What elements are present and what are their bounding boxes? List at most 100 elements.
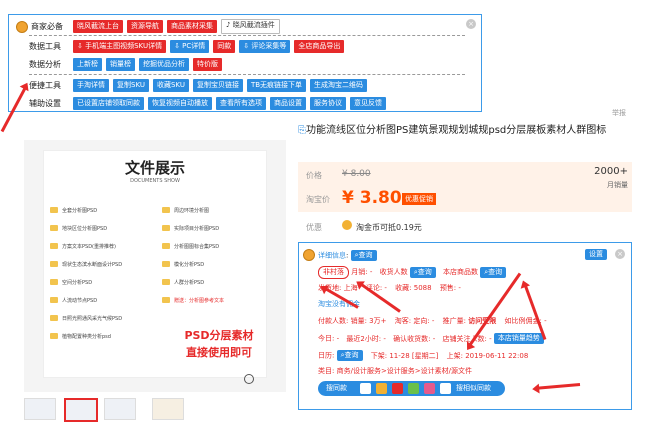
tb-item-qrcode[interactable]: 生成淘宝二维码 — [310, 79, 368, 92]
tb-item-plugin[interactable]: ♪ 晓风截流插件 — [221, 19, 280, 34]
avatar-icon — [16, 21, 28, 33]
doc-list-item: 全套分析图PSD — [50, 201, 160, 219]
last2h-label: 最近2小时: - — [346, 334, 386, 343]
detail-row-7: 类目: 商务/设计服务>设计服务>设计素材/源文件 — [318, 366, 472, 376]
same-shop-label: 本店商品数 — [442, 268, 478, 276]
zoom-icon[interactable] — [244, 374, 254, 384]
doc-list-item: 人群分析PSD — [162, 273, 272, 291]
current-price: ¥ 3.80 — [342, 188, 402, 208]
detail-row-5: 今日: - 最近2小时: - 确认收货数: - 店铺关注人数: - 本店销量趋势 — [318, 333, 544, 344]
folder-icon — [162, 225, 170, 231]
up-label: 上架: 2019-06-11 22:08 — [446, 351, 529, 360]
thumbnail[interactable] — [152, 398, 184, 420]
today-label: 今日: - — [318, 334, 340, 343]
doc-list-item: 模化分析PSD — [162, 255, 272, 273]
tb-item-sales-list[interactable]: 销量榜 — [106, 58, 135, 71]
launch-query-button[interactable]: ⌕查询 — [336, 350, 363, 361]
query-button[interactable]: ⌕查询 — [350, 250, 377, 261]
copy-icon[interactable] — [360, 383, 371, 394]
presale-label: 预售: - — [439, 284, 461, 292]
doc-list-item: 植物配置种类分析psd — [50, 327, 160, 345]
promo-row: 优惠 淘金币可抵0.19元 — [298, 216, 632, 236]
doc-list-item: 周边环境分析图 — [162, 201, 272, 219]
image-icon[interactable] — [408, 383, 419, 394]
toolbar-row-label: 数据分析 — [29, 60, 61, 69]
favorites-label: 收藏: 5088 — [395, 284, 432, 292]
gift-icon[interactable] — [424, 383, 435, 394]
heart-icon[interactable] — [392, 383, 403, 394]
price-box: 价格 ¥ 8.00 2000+ 月销量 淘宝价 ¥ 3.80 优惠促销 — [298, 162, 632, 212]
price-label: 价格 — [306, 171, 322, 180]
tb-item-material-collect[interactable]: 商品素材采集 — [167, 20, 217, 33]
tb-item-new-list[interactable]: 上新榜 — [73, 58, 102, 71]
doc-list-left: 全套分析图PSD 地块区位分析图PSD 方案文本PSD(重排推荐) 现状生态滨水… — [50, 201, 160, 345]
coin-icon — [342, 220, 352, 230]
shop-icon[interactable] — [376, 383, 387, 394]
download-icon: ⇩ — [77, 42, 86, 50]
tb-item-copy-link[interactable]: 复制宝贝链接 — [192, 79, 243, 92]
discount-badge: 优惠促销 — [402, 193, 436, 205]
tb-item-fav-sku[interactable]: 收藏SKU — [152, 79, 189, 92]
tb-item-platform[interactable]: 晓风截流上台 — [73, 20, 123, 33]
tb-item-all-options[interactable]: 查看所有选项 — [216, 97, 266, 110]
tb-item-feedback[interactable]: 意见反馈 — [350, 97, 386, 110]
tb-item-order[interactable]: TB无痕链接下单 — [246, 79, 307, 92]
toolbar-row-data-tools: 数据工具 ⇩ 手机端主图视频SKU详情 ⇩ PC详情 同款 ⇩ 评论采集等 全店… — [9, 38, 348, 55]
detail-row-2: 发货地: 上海 评论: - 收藏: 5088 预售: - — [318, 283, 461, 293]
sales-label: 月销量 — [607, 181, 628, 189]
tb-item-label: PC详情 — [182, 42, 206, 50]
settings-button[interactable]: 设置 — [585, 249, 607, 260]
sales-chart-button[interactable]: 本店销量趋势 — [493, 333, 544, 344]
doc-title: 文件展示 — [124, 159, 185, 177]
doc-list-item: 空间分析PSD — [50, 273, 160, 291]
toolbar-row-settings: 辅助设置 已设置店铺领取同款 恢复视频自动播放 查看所有选项 商品设置 服务协议… — [9, 95, 390, 112]
thumbnail[interactable] — [24, 398, 56, 420]
folder-icon — [162, 279, 170, 285]
tb-item-find-products[interactable]: 挖掘优品分析 — [139, 58, 189, 71]
toolbar-row-label: 数据工具 — [29, 42, 61, 51]
detail-row-4: 付款人数: 销量: 3万+ 淘客: 定向: - 推广量: 访问受限 如比例佣金:… — [318, 316, 547, 326]
product-main-image[interactable]: 文件展示 DOCUMENTS SHOW 全套分析图PSD 地块区位分析图PSD … — [24, 140, 286, 392]
tb-item-special[interactable]: 特价版 — [193, 58, 222, 71]
doc-list-item: 现状生态滨水断面设计PSD — [50, 255, 160, 273]
tb-item-same[interactable]: 同款 — [213, 40, 236, 53]
close-icon[interactable]: × — [615, 249, 625, 259]
copy-icon[interactable]: ⎘ — [298, 125, 306, 136]
toolbar-row-merchant: 商家必备 晓风截流上台 资源导航 商品素材采集 ♪ 晓风截流插件 — [9, 18, 284, 35]
doc-list-item: 方案文本PSD(重排推荐) — [50, 237, 160, 255]
thumbnail-selected[interactable] — [64, 398, 98, 422]
folder-icon — [162, 261, 170, 267]
search-toolbar: 搜同款 搜相似同款 — [318, 381, 505, 396]
report-link[interactable]: 举报 — [612, 108, 626, 118]
tb-item-copy-sku[interactable]: 复制SKU — [113, 79, 149, 92]
tb-item-resource-nav[interactable]: 资源导航 — [127, 20, 163, 33]
tb-item-mobile-sku[interactable]: ⇩ 手机端主图视频SKU详情 — [73, 40, 167, 53]
folder-icon — [50, 279, 58, 285]
tb-item-pc-detail[interactable]: ⇩ PC详情 — [170, 40, 210, 53]
doc-list-item: 分析图图标合集PSD — [162, 237, 272, 255]
detail-title: 详细信息 — [318, 251, 346, 260]
thumbnail[interactable] — [104, 398, 136, 420]
image-search-button[interactable]: 搜相似同款 — [456, 383, 491, 393]
tb-item-auto-same[interactable]: 已设置店铺领取同款 — [73, 97, 144, 110]
shop-query-button[interactable]: ⌕查询 — [480, 266, 507, 278]
camera-icon[interactable] — [440, 383, 451, 394]
tb-item-comments[interactable]: ⇩ 评论采集等 — [239, 40, 291, 53]
tb-item-settings[interactable]: 商品设置 — [270, 97, 306, 110]
promo-text: 淘金币可抵0.19元 — [356, 223, 422, 232]
toolbar-row-quick-tools: 便捷工具 手淘详情 复制SKU 收藏SKU 复制宝贝链接 TB无痕链接下单 生成… — [9, 77, 371, 94]
doc-subtitle: DOCUMENTS SHOW — [130, 178, 180, 184]
tb-item-video[interactable]: 恢复视频自动播放 — [148, 97, 212, 110]
tb-item-mobile-detail[interactable]: 手淘详情 — [73, 79, 109, 92]
category-label: 类目: 商务/设计服务>设计服务>设计素材/源文件 — [318, 367, 473, 375]
folder-icon — [162, 243, 170, 249]
tb-item-terms[interactable]: 服务协议 — [310, 97, 346, 110]
confirm-label: 确认收货数: - — [393, 334, 436, 343]
document-preview: 文件展示 DOCUMENTS SHOW 全套分析图PSD 地块区位分析图PSD … — [43, 150, 267, 378]
channel-label: 淘客: 定向: - — [394, 317, 435, 325]
down-label: 下架: 11-28 [星期二] — [370, 351, 439, 360]
buyers-query-button[interactable]: ⌕查询 — [409, 266, 436, 278]
folder-icon — [50, 333, 58, 339]
tb-item-export[interactable]: 全店商品导出 — [294, 40, 345, 53]
close-icon[interactable]: × — [466, 19, 476, 29]
